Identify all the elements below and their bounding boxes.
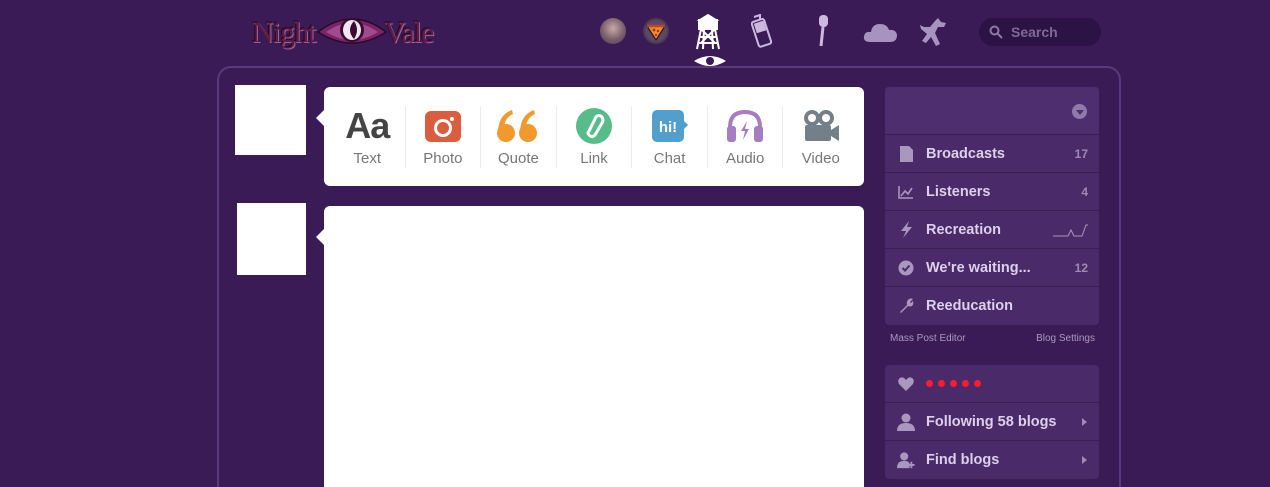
microphone-icon[interactable] — [812, 14, 832, 48]
post-audio-button[interactable]: Audio — [708, 105, 784, 168]
sidebar-item-reeducation[interactable]: Reeducation — [885, 287, 1099, 325]
blog-sidebar-panel: Broadcasts 17 Listeners 4 Recreation We'… — [885, 87, 1099, 325]
sidebar-item-count: 12 — [1074, 260, 1088, 275]
dropdown-icon[interactable] — [1072, 104, 1087, 119]
sidebar-item-label: Find blogs — [926, 452, 1000, 468]
sidebar-item-broadcasts[interactable]: Broadcasts 17 — [885, 135, 1099, 173]
post-photo-button[interactable]: Photo — [406, 105, 482, 168]
text-icon: Aa — [345, 105, 390, 146]
search-box[interactable] — [979, 18, 1101, 46]
sidebar-item-label: Reeducation — [926, 298, 1014, 314]
user-avatar[interactable] — [235, 85, 306, 155]
sidebar-item-recreation[interactable]: Recreation — [885, 211, 1099, 249]
camera-icon — [424, 111, 461, 142]
post-type-label: Text — [353, 150, 382, 167]
dog-icon[interactable] — [918, 16, 948, 48]
activity-sparkline-icon — [1053, 224, 1088, 236]
post-type-bar: Aa Text Photo Quote Link hi! Chat Audio … — [324, 87, 864, 186]
speech-arrow — [316, 229, 324, 245]
post-link-button[interactable]: Link — [557, 105, 633, 168]
sidebar-item-label: Broadcasts — [926, 145, 1005, 162]
post-type-label: Video — [801, 150, 840, 167]
user-avatar[interactable] — [600, 18, 626, 44]
logo-text-right: Vale — [384, 16, 434, 49]
sidebar-item-count: 4 — [1081, 184, 1088, 199]
svg-text:hi!: hi! — [658, 119, 676, 136]
user-avatar[interactable] — [237, 203, 306, 275]
post-type-label: Quote — [498, 150, 539, 167]
post-type-label: Link — [580, 150, 608, 167]
quote-icon — [497, 110, 538, 142]
sidebar-item-listeners[interactable]: Listeners 4 — [885, 173, 1099, 211]
wrench-icon — [897, 298, 915, 314]
check-circle-icon — [897, 260, 915, 276]
sidebar-item-count: 17 — [1074, 146, 1088, 161]
chart-icon — [897, 185, 915, 199]
headphones-icon — [727, 109, 764, 142]
lightning-icon — [897, 221, 915, 238]
person-icon — [897, 413, 915, 431]
pizza-icon — [645, 20, 667, 42]
blog-selector[interactable] — [885, 87, 1099, 135]
post-video-button[interactable]: Video — [783, 106, 858, 168]
sidebar-item-likes[interactable] — [885, 365, 1099, 403]
video-camera-icon — [803, 110, 839, 141]
post-card — [324, 206, 864, 487]
chevron-right-icon — [1082, 417, 1087, 426]
post-chat-button[interactable]: hi! Chat — [632, 105, 708, 168]
likes-loading-dots — [926, 380, 981, 387]
post-type-label: Audio — [725, 150, 765, 167]
sidebar-item-label: Recreation — [926, 221, 1001, 238]
heart-icon — [897, 376, 915, 391]
search-icon — [989, 25, 1003, 39]
post-type-label: Chat — [653, 150, 686, 167]
chat-icon: hi! — [651, 110, 688, 142]
cloud-icon[interactable] — [862, 20, 898, 44]
user-avatar[interactable] — [643, 18, 669, 44]
post-text-button[interactable]: Aa Text — [330, 105, 406, 168]
post-type-label: Photo — [423, 150, 463, 167]
eye-logo-icon — [316, 18, 388, 44]
sidebar-item-following[interactable]: Following 58 blogs — [885, 403, 1099, 441]
sidebar-item-label: Following 58 blogs — [926, 413, 1057, 430]
blog-tools-links: Mass Post Editor Blog Settings — [890, 333, 1095, 344]
search-input[interactable] — [1011, 24, 1093, 40]
cell-phone-icon[interactable] — [751, 14, 779, 48]
sidebar-item-label: Listeners — [926, 183, 991, 200]
water-tower-icon[interactable] — [694, 13, 722, 51]
blog-settings-link[interactable]: Blog Settings — [1036, 333, 1095, 344]
sidebar-item-find-blogs[interactable]: Find blogs — [885, 441, 1099, 479]
sidebar-item-waiting[interactable]: We're waiting... 12 — [885, 249, 1099, 287]
logo-text-left: Night — [252, 16, 316, 49]
link-icon — [576, 108, 613, 144]
mass-post-editor-link[interactable]: Mass Post Editor — [890, 333, 966, 344]
post-quote-button[interactable]: Quote — [481, 105, 557, 168]
sidebar-item-label: We're waiting... — [926, 259, 1031, 276]
document-icon — [897, 145, 915, 162]
chevron-right-icon — [1082, 456, 1087, 464]
site-logo[interactable]: Night Vale — [250, 8, 435, 52]
speech-arrow — [316, 110, 324, 126]
account-sidebar-panel: Following 58 blogs Find blogs — [885, 365, 1099, 479]
add-person-icon — [897, 451, 915, 469]
